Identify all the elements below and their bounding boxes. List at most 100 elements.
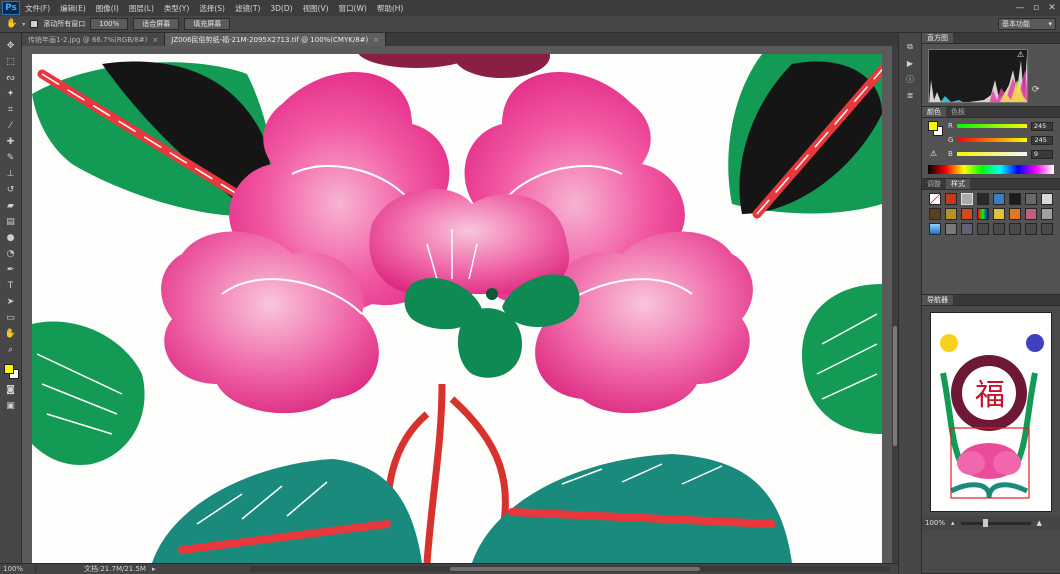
menu-help[interactable]: 帮助(H) <box>372 3 409 14</box>
close-icon[interactable]: × <box>373 36 379 44</box>
fit-screen-button[interactable]: 适合屏幕 <box>133 18 180 30</box>
crop-icon[interactable]: ⌗ <box>4 103 18 117</box>
navigator-thumbnail[interactable]: 福 <box>930 312 1052 512</box>
g-slider-track[interactable] <box>957 138 1028 142</box>
tab-swatches[interactable]: 色板 <box>946 107 970 117</box>
brush-icon[interactable]: ✎ <box>4 151 18 165</box>
hand-tool-icon[interactable]: ✋ <box>6 19 17 29</box>
style-swatch[interactable] <box>977 208 989 220</box>
style-swatch[interactable] <box>993 208 1005 220</box>
tab-document-1[interactable]: 传统年画1-2.jpg @ 66.7%(RGB/8#) × <box>22 33 166 46</box>
color-slider-b[interactable]: B 9 <box>948 149 1053 159</box>
healing-icon[interactable]: ✚ <box>4 135 18 149</box>
style-swatch[interactable] <box>993 193 1005 205</box>
style-swatch[interactable] <box>977 223 989 235</box>
color-slider-r[interactable]: R 245 <box>948 121 1053 131</box>
b-slider-track[interactable] <box>956 152 1027 156</box>
menu-window[interactable]: 窗口(W) <box>334 3 372 14</box>
zoom-in-icon[interactable]: ▲ <box>1037 519 1042 527</box>
zoom-100-button[interactable]: 100% <box>90 18 129 30</box>
menu-3d[interactable]: 3D(D) <box>265 4 297 13</box>
color-swatches[interactable] <box>3 363 19 381</box>
marquee-icon[interactable]: ⬚ <box>4 55 18 69</box>
style-swatch[interactable] <box>929 208 941 220</box>
scrollbar-thumb[interactable] <box>893 326 897 446</box>
scrollbar-thumb[interactable] <box>450 567 700 571</box>
style-swatch[interactable] <box>1041 223 1053 235</box>
cache-warning-icon[interactable]: ⚠ <box>1017 50 1024 59</box>
tab-histogram[interactable]: 直方图 <box>922 33 953 43</box>
style-swatch[interactable] <box>1009 208 1021 220</box>
path-select-icon[interactable]: ➤ <box>4 295 18 309</box>
style-swatch[interactable] <box>929 223 941 235</box>
close-icon[interactable]: × <box>152 36 158 44</box>
style-swatch[interactable] <box>945 223 957 235</box>
foreground-color-swatch[interactable] <box>928 121 938 131</box>
style-swatch[interactable] <box>1025 208 1037 220</box>
eraser-icon[interactable]: ▰ <box>4 199 18 213</box>
actions-panel-icon[interactable]: ▶ <box>903 57 917 69</box>
gamut-warning-icon[interactable]: ⚠ <box>930 149 937 158</box>
menu-filter[interactable]: 滤镜(T) <box>230 3 265 14</box>
menu-edit[interactable]: 编辑(E) <box>55 3 91 14</box>
shape-icon[interactable]: ▭ <box>4 311 18 325</box>
style-swatch[interactable] <box>961 208 973 220</box>
fill-screen-button[interactable]: 填充屏幕 <box>184 18 231 30</box>
color-spectrum-bar[interactable] <box>928 165 1054 174</box>
style-swatch[interactable] <box>961 223 973 235</box>
zoom-level[interactable]: 100% <box>0 565 36 573</box>
style-swatch[interactable] <box>945 208 957 220</box>
screen-mode-icon[interactable]: ▣ <box>4 399 18 413</box>
menu-file[interactable]: 文件(F) <box>20 3 55 14</box>
menu-image[interactable]: 图像(I) <box>91 3 124 14</box>
maximize-button[interactable]: ▫ <box>1028 1 1044 15</box>
slider-handle[interactable] <box>982 518 988 527</box>
blur-icon[interactable]: ● <box>4 231 18 245</box>
style-swatch[interactable] <box>1025 223 1037 235</box>
menu-type[interactable]: 类型(Y) <box>159 3 194 14</box>
hand-icon[interactable]: ✋ <box>4 327 18 341</box>
histogram-refresh-icon[interactable]: ⟳ <box>1032 85 1040 95</box>
magic-wand-icon[interactable]: ✦ <box>4 87 18 101</box>
document-canvas[interactable] <box>32 54 882 563</box>
menu-select[interactable]: 选择(S) <box>194 3 230 14</box>
navigator-zoom-value[interactable]: 100% <box>925 519 945 527</box>
pen-icon[interactable]: ✒ <box>4 263 18 277</box>
workspace-select[interactable]: 基本功能 ▾ <box>998 18 1056 30</box>
r-slider-track[interactable] <box>956 124 1027 128</box>
status-arrow-icon[interactable]: ▸ <box>152 565 156 573</box>
style-swatch[interactable] <box>977 193 989 205</box>
stamp-icon[interactable]: ⊥ <box>4 167 18 181</box>
foreground-color-swatch[interactable] <box>3 364 14 374</box>
style-swatch[interactable] <box>1009 223 1021 235</box>
style-swatch[interactable] <box>1025 193 1037 205</box>
lasso-icon[interactable]: ᔓ <box>4 71 18 85</box>
style-swatch[interactable] <box>1041 208 1053 220</box>
style-swatch[interactable] <box>1009 193 1021 205</box>
minimize-button[interactable]: — <box>1012 1 1028 15</box>
quick-mask-icon[interactable]: ◙ <box>4 383 18 397</box>
style-swatch[interactable] <box>961 193 973 205</box>
history-brush-icon[interactable]: ↺ <box>4 183 18 197</box>
document-info[interactable]: 文档:21.7M/21.5M <box>36 564 146 574</box>
color-slider-g[interactable]: G 245 <box>948 135 1054 145</box>
scroll-all-checkbox[interactable] <box>30 20 39 28</box>
tool-preset-chevron-icon[interactable]: ▾ <box>22 21 25 28</box>
style-swatch[interactable] <box>929 193 941 205</box>
zoom-out-icon[interactable]: ▴ <box>951 519 955 527</box>
type-icon[interactable]: T <box>4 279 18 293</box>
b-value-input[interactable]: 9 <box>1030 149 1053 159</box>
close-button[interactable]: ✕ <box>1044 1 1060 15</box>
gradient-icon[interactable]: ▤ <box>4 215 18 229</box>
tab-document-2[interactable]: JZ006民俗剪纸-福-21M-2095X2713.tif @ 100%(CMY… <box>165 33 387 46</box>
r-value-input[interactable]: 245 <box>1030 121 1053 131</box>
canvas-horizontal-scrollbar[interactable] <box>250 566 890 572</box>
zoom-icon[interactable]: ⌕ <box>4 343 18 357</box>
history-panel-icon[interactable]: ⧉ <box>903 41 917 53</box>
style-swatch[interactable] <box>1041 193 1053 205</box>
info-panel-icon[interactable]: ⓘ <box>903 73 917 85</box>
navigator-zoom-slider[interactable] <box>960 518 1031 527</box>
properties-panel-icon[interactable]: ≣ <box>903 89 917 101</box>
eyedropper-icon[interactable]: ⁄ <box>4 119 18 133</box>
style-swatch[interactable] <box>993 223 1005 235</box>
